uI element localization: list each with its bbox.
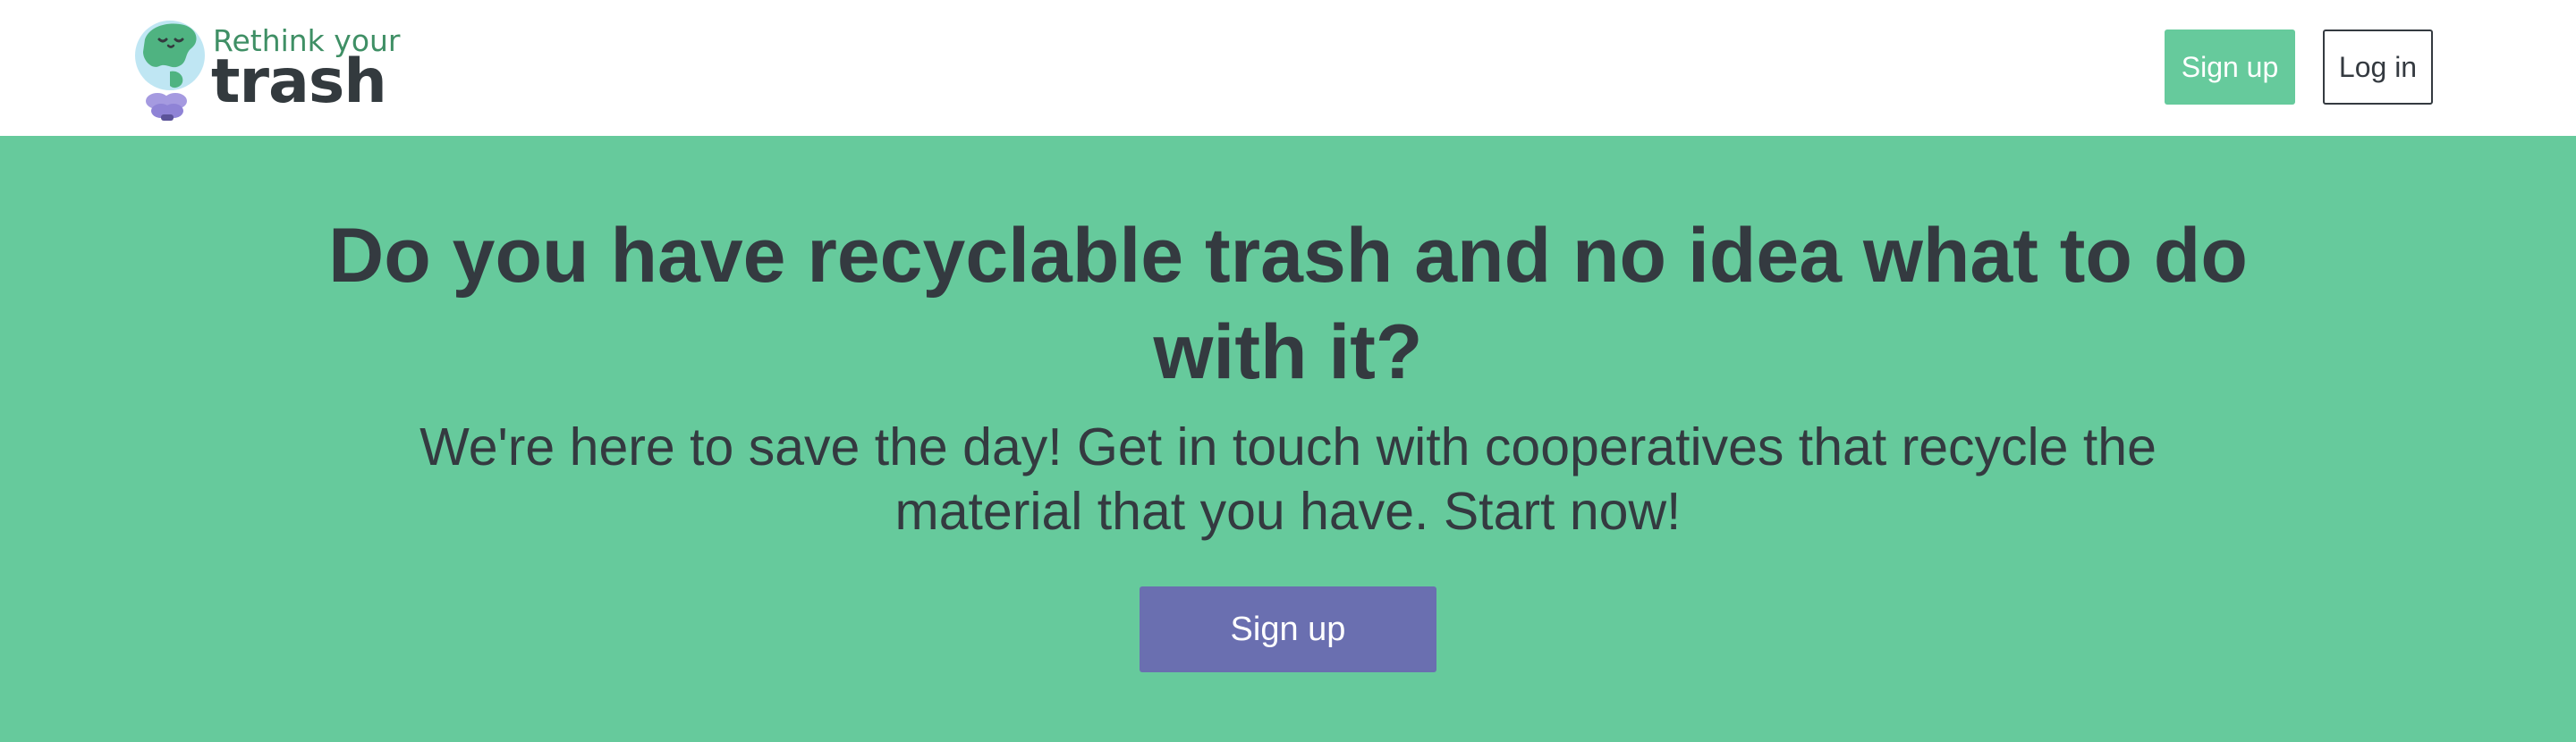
hero-subtitle: We're here to save the day! Get in touch… xyxy=(419,417,2157,541)
nav-signup-button[interactable]: Sign up xyxy=(2165,30,2295,105)
nav-login-button[interactable]: Log in xyxy=(2323,30,2433,105)
logo[interactable]: Rethink your trash xyxy=(134,16,401,122)
earth-lightbulb-icon xyxy=(135,21,205,121)
hero-signup-button[interactable]: Sign up xyxy=(1140,586,1436,672)
navbar: Rethink your trash Sign up Log in xyxy=(0,0,2576,136)
hero-title: Do you have recyclable trash and no idea… xyxy=(328,213,2248,395)
hero-section: Do you have recyclable trash and no idea… xyxy=(0,136,2576,742)
logo-wordmark: trash xyxy=(211,46,387,117)
